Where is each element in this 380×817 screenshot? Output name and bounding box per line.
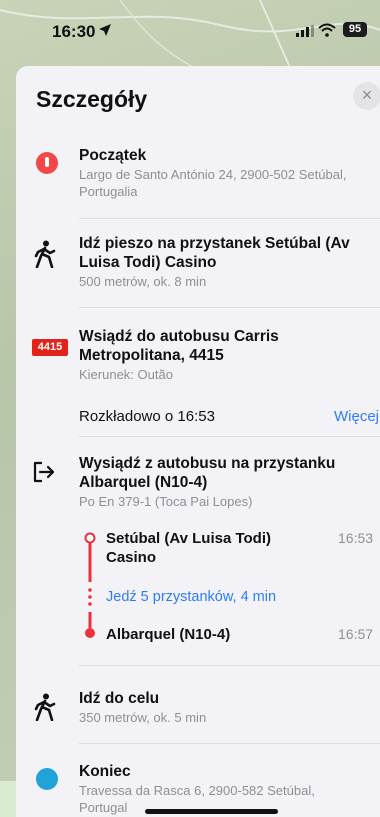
home-indicator[interactable] bbox=[145, 809, 278, 814]
bus-line-badge: 4415 bbox=[32, 339, 68, 356]
step-subtitle: 500 metrów, ok. 8 min bbox=[79, 274, 207, 289]
step-title: Wsiądź do autobusu Carris Metropolitana,… bbox=[79, 328, 279, 364]
cellular-signal-icon bbox=[296, 25, 314, 37]
destination-stop-name: Albarquel (N10-4) bbox=[106, 626, 231, 643]
walking-person-icon bbox=[34, 240, 56, 269]
divider bbox=[79, 665, 380, 666]
sheet-title: Szczegóły bbox=[36, 86, 148, 112]
step-title: Wysiądź z autobusu na przystanku Albarqu… bbox=[79, 455, 336, 491]
divider bbox=[79, 436, 380, 437]
step-title: Idź pieszo na przystanek Setúbal (Av Lui… bbox=[79, 235, 350, 271]
exit-bus-icon bbox=[33, 461, 55, 483]
schedule-time: Rozkładowo o 16:53 bbox=[79, 408, 215, 425]
step-title: Początek bbox=[79, 147, 147, 164]
divider bbox=[79, 218, 380, 219]
step-subtitle: Po En 379-1 (Toca Pai Lopes) bbox=[79, 494, 253, 509]
start-pin-icon bbox=[36, 152, 58, 174]
step-subtitle: Largo de Santo António 24, 2900-502 Setú… bbox=[79, 167, 347, 199]
step-title: Idź do celu bbox=[79, 690, 160, 707]
step-subtitle: 350 metrów, ok. 5 min bbox=[79, 710, 207, 725]
more-link[interactable]: Więcej bbox=[334, 408, 379, 425]
step-subtitle: Kierunek: Outão bbox=[79, 367, 173, 382]
battery-indicator: 95 bbox=[343, 22, 367, 37]
status-time: 16:30 bbox=[52, 22, 96, 41]
wifi-icon bbox=[318, 23, 336, 37]
origin-stop-name: Setúbal (Av Luisa Todi) Casino bbox=[106, 530, 272, 566]
ride-stops-link[interactable]: Jedź 5 przystanków, 4 min bbox=[106, 589, 276, 605]
location-arrow-icon bbox=[99, 24, 111, 36]
divider bbox=[79, 743, 380, 744]
step-title: Koniec bbox=[79, 763, 131, 780]
destination-stop-time: 16:57 bbox=[338, 626, 374, 642]
directions-sheet: Szczegóły × Początek Largo de Santo Antó… bbox=[16, 66, 380, 817]
walking-person-icon bbox=[34, 693, 56, 722]
route-timeline bbox=[84, 532, 96, 638]
destination-icon bbox=[36, 768, 58, 790]
close-button[interactable]: × bbox=[353, 82, 380, 110]
status-bar: 16:30 95 bbox=[0, 0, 380, 60]
map-edge bbox=[0, 781, 16, 817]
divider bbox=[79, 307, 380, 308]
origin-stop-time: 16:53 bbox=[338, 530, 374, 546]
